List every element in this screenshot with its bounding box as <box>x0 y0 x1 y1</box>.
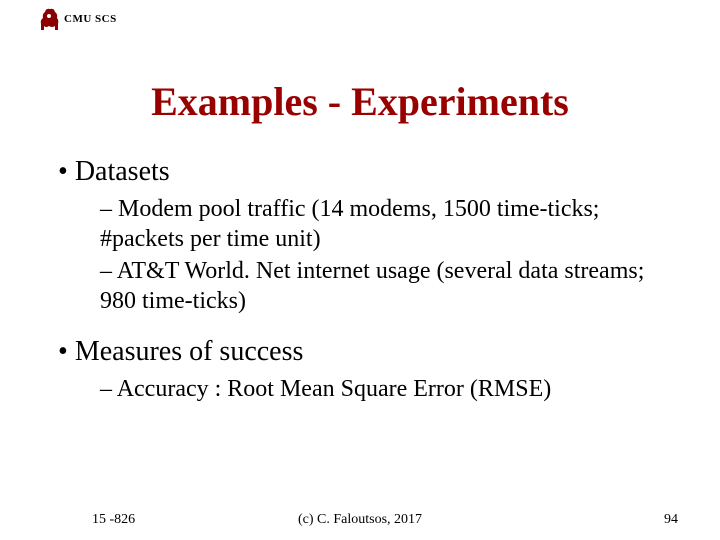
bullet-measures: Measures of success <box>58 336 680 368</box>
scotty-dog-icon <box>38 6 60 32</box>
footer-copyright: (c) C. Faloutsos, 2017 <box>0 512 720 528</box>
bullet-datasets-sub2: AT&T World. Net internet usage (several … <box>100 256 680 316</box>
slide-header: CMU SCS <box>38 6 117 32</box>
slide-title: Examples - Experiments <box>0 78 720 125</box>
bullet-datasets-sub1: Modem pool traffic (14 modems, 1500 time… <box>100 194 680 254</box>
bullet-measures-sub1: Accuracy : Root Mean Square Error (RMSE) <box>100 374 680 404</box>
header-org-label: CMU SCS <box>64 13 117 25</box>
slide-content: Datasets Modem pool traffic (14 modems, … <box>58 148 680 406</box>
footer-page-number: 94 <box>664 512 678 528</box>
bullet-datasets: Datasets <box>58 156 680 188</box>
